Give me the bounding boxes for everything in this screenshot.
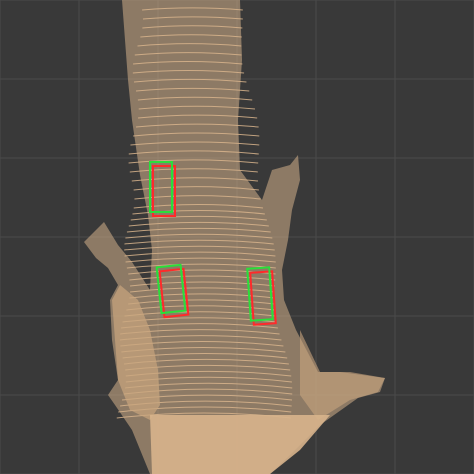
point-cloud-canvas[interactable] [0, 0, 474, 474]
point-cloud-viewport[interactable] [0, 0, 474, 474]
point-cloud-near-ground [150, 415, 330, 474]
